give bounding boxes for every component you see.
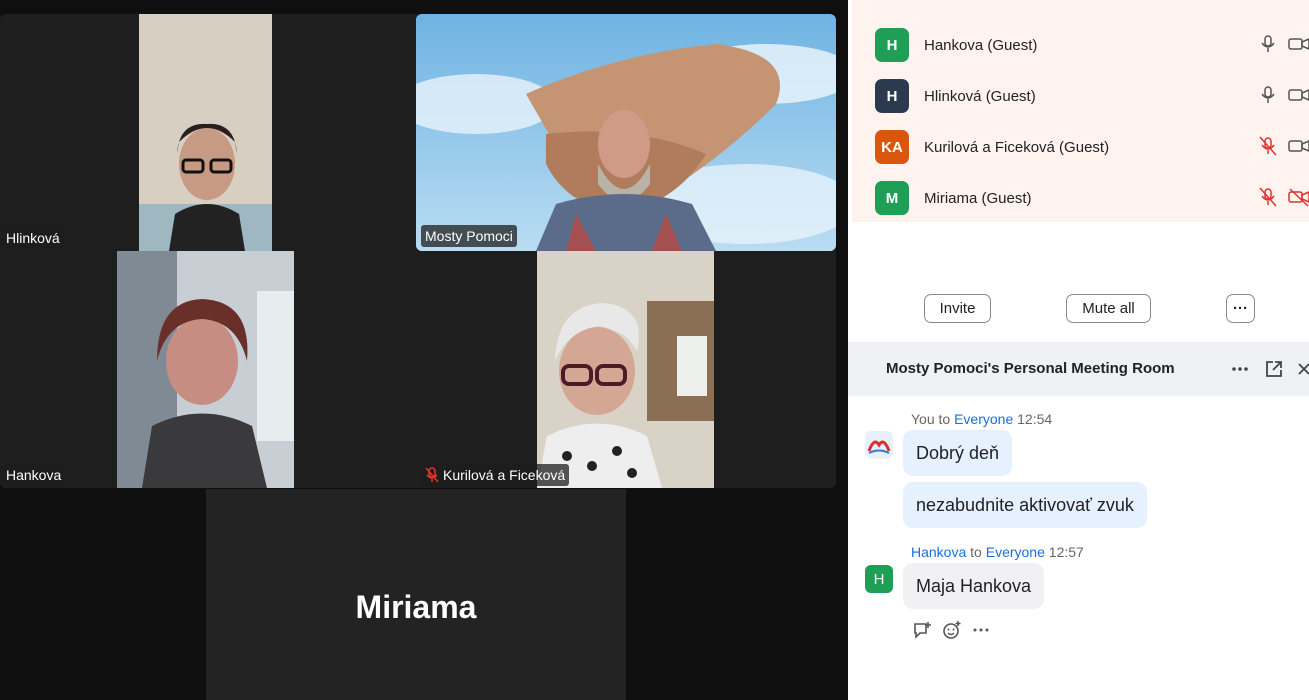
participant-row[interactable]: H Hlinková (Guest): [852, 70, 1309, 121]
participant-name-tag: Hankova: [2, 464, 66, 486]
participant-avatar: M: [875, 181, 909, 215]
participant-video: [537, 251, 714, 488]
camera-off-icon[interactable]: [1288, 186, 1309, 208]
video-frame-image: [537, 251, 714, 488]
participants-panel: H Hankova (Guest) H Hlinková (Guest) KA …: [848, 0, 1309, 340]
participant-video: [117, 251, 294, 488]
video-tile-hlinkova[interactable]: Hlinková: [0, 14, 414, 251]
reply-thread-icon[interactable]: [912, 620, 932, 640]
sender-avatar: H: [865, 565, 893, 593]
message-to-word: to: [938, 411, 951, 427]
side-panel: H Hankova (Guest) H Hlinková (Guest) KA …: [848, 0, 1309, 700]
participant-name-tag: Mosty Pomoci: [421, 225, 517, 247]
mic-icon[interactable]: [1257, 84, 1279, 106]
message-meta: Hankova to Everyone 12:57: [911, 544, 1084, 560]
close-icon[interactable]: [1297, 362, 1309, 376]
participant-name: Kurilová a Ficeková: [443, 467, 566, 483]
message-sender[interactable]: Hankova: [911, 544, 966, 560]
participant-row[interactable]: M Miriama (Guest): [852, 172, 1309, 223]
participant-name: Hankova: [6, 467, 62, 483]
participant-row[interactable]: H Hankova (Guest): [852, 19, 1309, 70]
video-frame-image: [416, 14, 836, 251]
participants-list: H Hankova (Guest) H Hlinková (Guest) KA …: [852, 0, 1309, 222]
message-recipient[interactable]: Everyone: [954, 411, 1013, 427]
participant-row[interactable]: KA Kurilová a Ficeková (Guest): [852, 121, 1309, 172]
video-tile-mosty-pomoci[interactable]: Mosty Pomoci: [416, 14, 836, 251]
message-sender: You: [911, 411, 935, 427]
camera-icon[interactable]: [1288, 135, 1309, 157]
participant-avatar: KA: [875, 130, 909, 164]
chat-messages: You to Everyone 12:54 Dobrý deň nezabudn…: [848, 396, 1309, 700]
participant-list-name: Kurilová a Ficeková (Guest): [924, 139, 1110, 156]
avatar-initials: H: [886, 87, 898, 105]
avatar-initials: KA: [881, 138, 903, 156]
participant-list-name: Hlinková (Guest): [924, 88, 1036, 105]
chat-bubble[interactable]: Maja Hankova: [903, 563, 1045, 609]
video-area: Hlinková Mosty Pomoci Hankova Kurilová a…: [0, 0, 848, 700]
message-to-word: to: [970, 544, 982, 560]
video-frame-image: [117, 251, 294, 488]
participant-video: [416, 14, 836, 251]
participants-more-button[interactable]: ···: [1226, 294, 1255, 323]
zoom-meeting-window: Hlinková Mosty Pomoci Hankova Kurilová a…: [0, 0, 1309, 700]
pop-out-icon[interactable]: [1264, 359, 1284, 379]
video-tile-kurilova-ficekova[interactable]: Kurilová a Ficeková: [416, 251, 836, 488]
participant-avatar: H: [875, 79, 909, 113]
avatar-initials: H: [886, 36, 898, 54]
muted-mic-icon[interactable]: [1257, 135, 1279, 157]
message-meta: You to Everyone 12:54: [911, 411, 1052, 427]
muted-mic-icon[interactable]: [1257, 186, 1279, 208]
more-options-icon[interactable]: [1230, 361, 1250, 377]
participant-name-large: Miriama: [355, 589, 477, 625]
participant-list-name: Hankova (Guest): [924, 37, 1038, 54]
message-recipient[interactable]: Everyone: [986, 544, 1045, 560]
mute-all-button[interactable]: Mute all: [1066, 294, 1151, 323]
participant-video: [139, 14, 272, 251]
chat-bubble[interactable]: Dobrý deň: [903, 430, 1013, 476]
chat-bubble[interactable]: nezabudnite aktivovať zvuk: [903, 482, 1147, 528]
avatar-initials: M: [885, 189, 899, 207]
message-more-icon[interactable]: [972, 624, 990, 636]
participant-name-tag: Hlinková: [2, 227, 64, 249]
chat-header: Mosty Pomoci's Personal Meeting Room: [848, 342, 1309, 396]
video-tile-hankova[interactable]: Hankova: [0, 251, 414, 488]
avatar-initials: H: [873, 570, 885, 588]
message-time: 12:57: [1048, 544, 1084, 560]
participant-list-name: Miriama (Guest): [924, 190, 1032, 207]
gallery-grid: Hlinková Mosty Pomoci Hankova Kurilová a…: [0, 14, 836, 488]
chat-title: Mosty Pomoci's Personal Meeting Room: [886, 360, 1175, 377]
mic-icon[interactable]: [1257, 33, 1279, 55]
organization-logo-avatar: [865, 431, 893, 459]
camera-icon[interactable]: [1288, 33, 1309, 55]
video-frame-image: [139, 14, 272, 251]
muted-mic-icon: [425, 467, 439, 483]
camera-icon[interactable]: [1288, 84, 1309, 106]
video-tile-miriama[interactable]: Miriama: [206, 489, 626, 700]
participant-name: Hlinková: [6, 230, 60, 246]
participant-name-tag: Kurilová a Ficeková: [421, 464, 570, 486]
invite-button[interactable]: Invite: [924, 294, 991, 323]
message-time: 12:54: [1017, 411, 1053, 427]
participant-avatar: H: [875, 28, 909, 62]
add-reaction-icon[interactable]: [942, 620, 962, 640]
participant-name: Mosty Pomoci: [425, 228, 513, 244]
